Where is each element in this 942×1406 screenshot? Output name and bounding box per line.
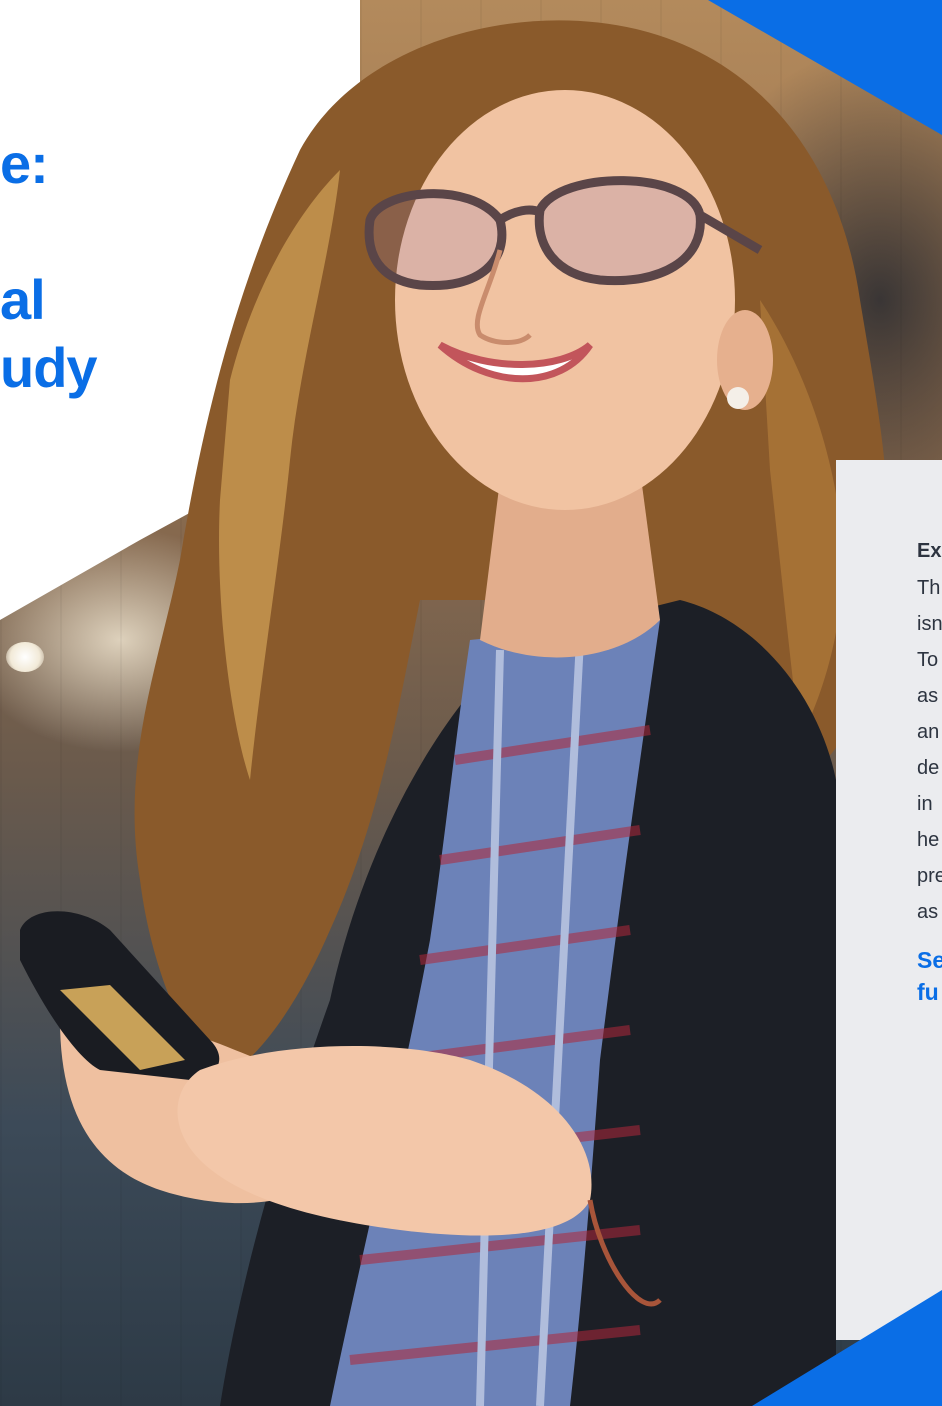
info-heading: Ex — [917, 540, 942, 562]
title-line-1: e: — [0, 132, 49, 195]
face-shape — [395, 90, 735, 510]
info-body-line: as — [917, 901, 939, 923]
hero-section: e: al udy Ex Th isn To as an de in he pr… — [0, 0, 942, 1406]
info-body-line: he — [917, 829, 940, 851]
read-more-link[interactable]: Se — [917, 944, 942, 976]
info-body-line: in — [917, 793, 933, 815]
info-panel-content: Ex Th isn To as an de in he pre as Se fu — [917, 538, 942, 1008]
info-body-line: as — [917, 685, 939, 707]
earring-icon — [727, 387, 749, 409]
info-body-line: pre — [917, 865, 942, 887]
hero-photo-woman — [20, 20, 889, 1406]
read-more-link[interactable]: fu — [917, 976, 942, 1008]
title-line-2: al — [0, 268, 46, 331]
info-body-line: Th — [917, 577, 941, 599]
info-body-line: de — [917, 757, 940, 779]
info-body-line: an — [917, 721, 940, 743]
title-line-3: udy — [0, 336, 98, 399]
info-body-line: To — [917, 649, 939, 671]
info-body-line: isn — [917, 613, 942, 635]
